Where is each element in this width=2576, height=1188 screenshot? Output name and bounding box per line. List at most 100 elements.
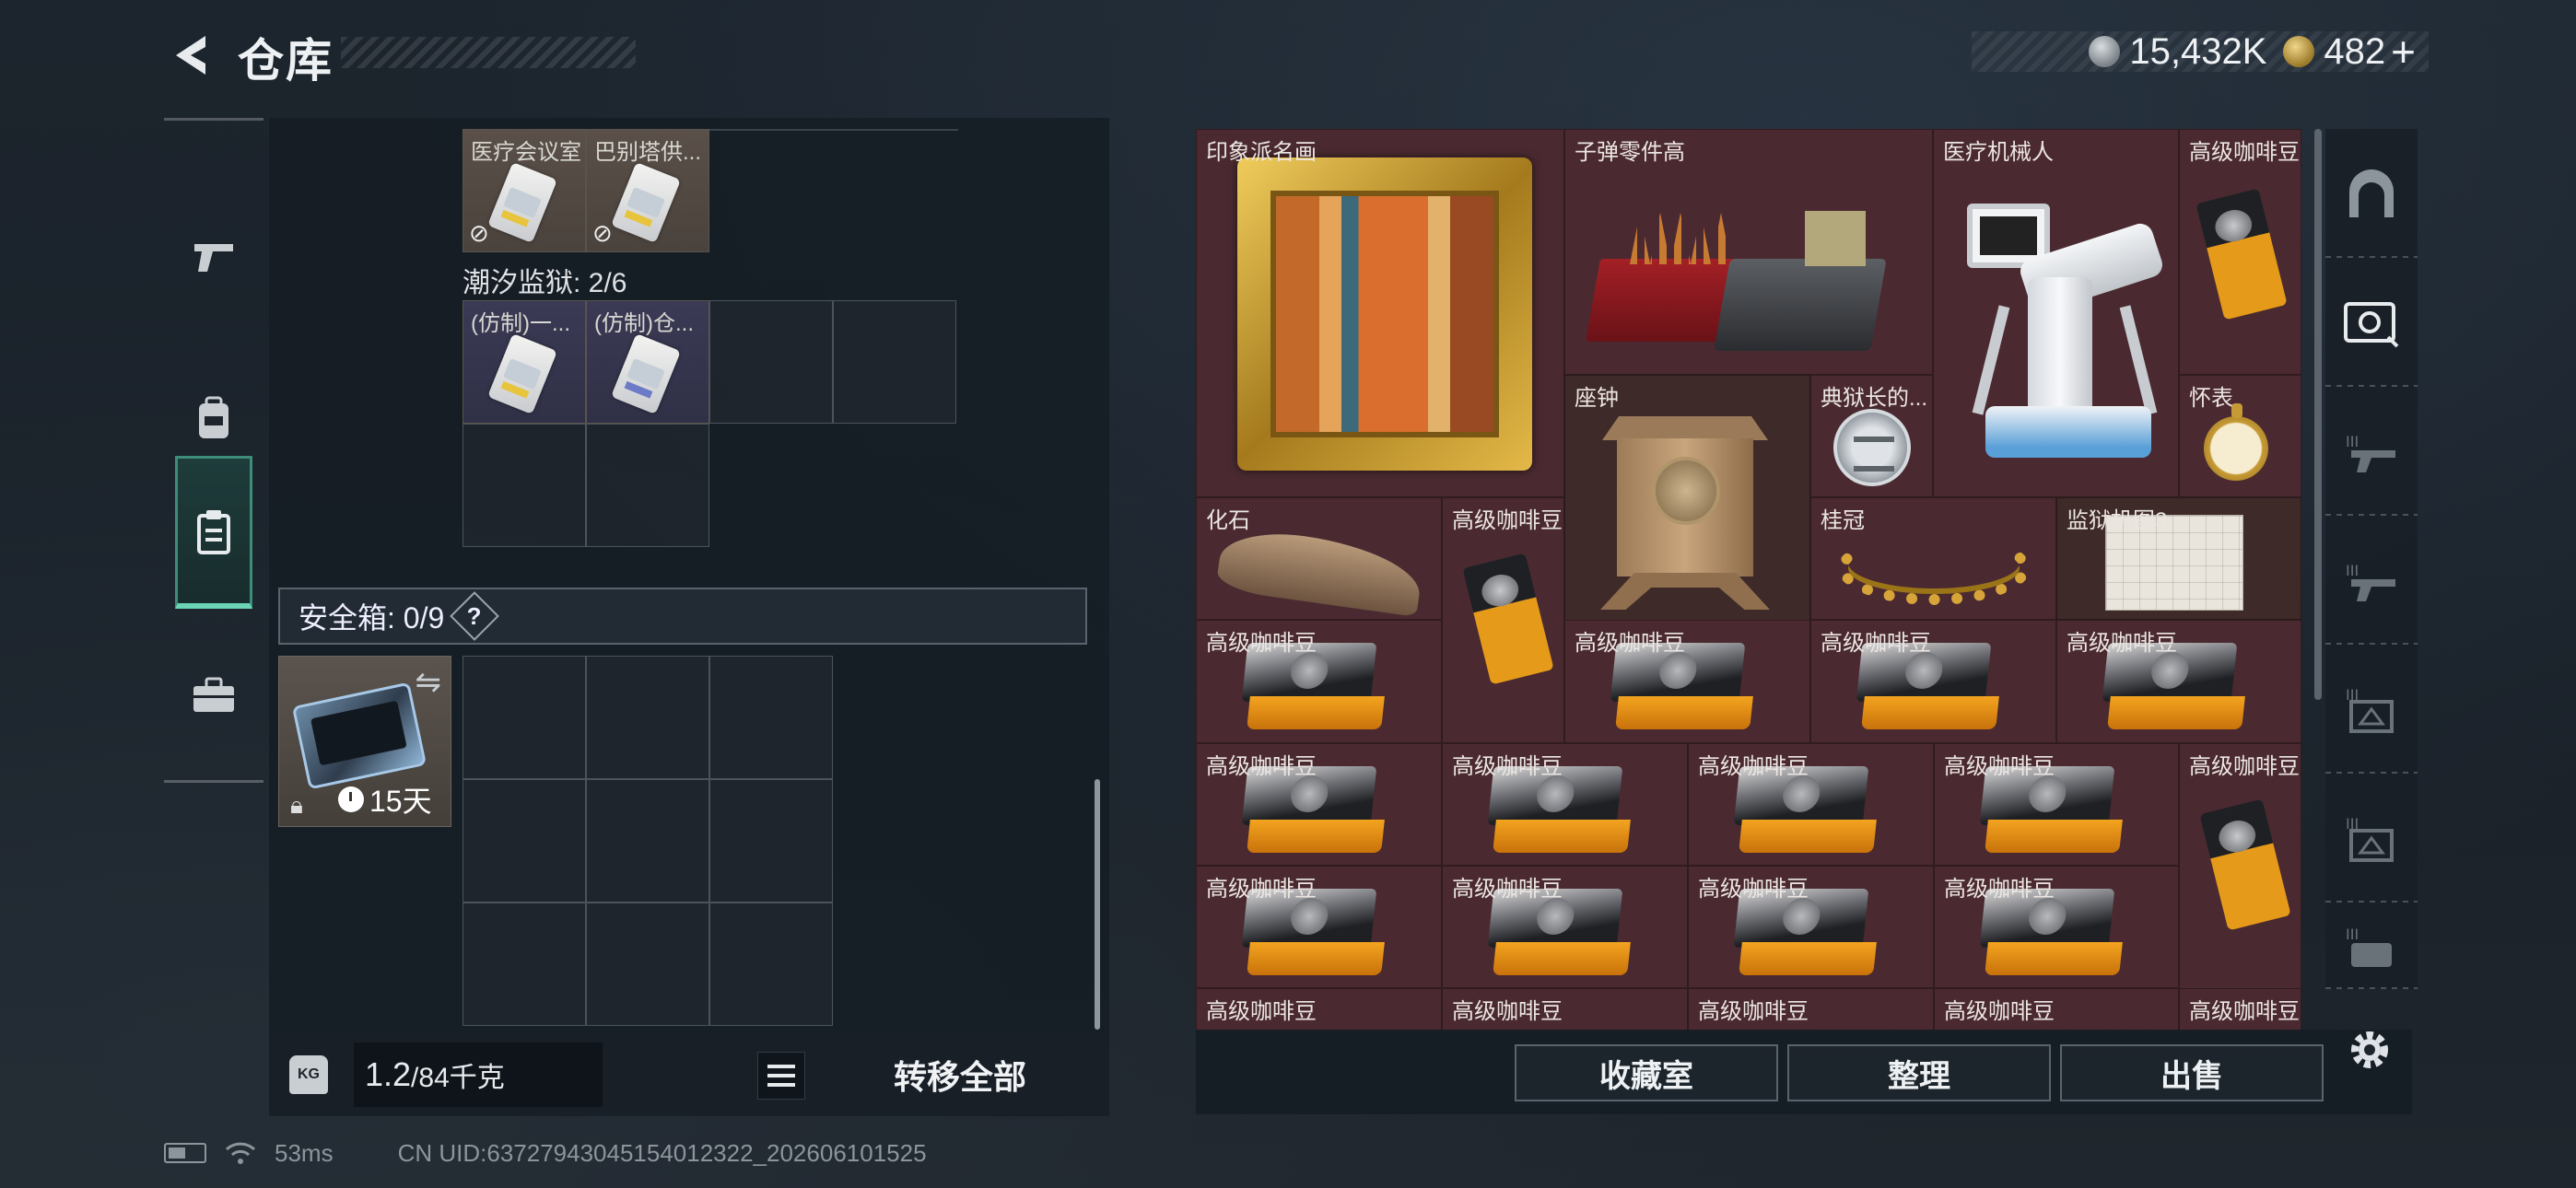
item-coffee-beans[interactable]: 高级咖啡豆 bbox=[1442, 866, 1688, 988]
item-label: 高级咖啡豆 bbox=[1698, 877, 1809, 902]
ammo-parts-image bbox=[1586, 185, 1906, 360]
item-replica-key-2[interactable]: (仿制)仓... bbox=[586, 300, 709, 424]
item-label: 高级咖啡豆 bbox=[1206, 999, 1317, 1024]
pistol-icon bbox=[194, 244, 233, 272]
nav-weapons[interactable] bbox=[164, 183, 263, 331]
item-mantel-clock[interactable]: 座钟 bbox=[1564, 375, 1810, 621]
item-coffee-beans[interactable]: 高级咖啡豆 bbox=[1688, 743, 1934, 866]
empty-slot[interactable] bbox=[709, 300, 833, 424]
empty-slot[interactable] bbox=[586, 424, 709, 547]
tab-tier3-weapons[interactable]: III bbox=[2325, 387, 2418, 516]
item-coffee-beans[interactable]: 高级咖啡豆 bbox=[1688, 866, 1934, 988]
item-babel-supply-key[interactable]: 巴别塔供... ⊘ bbox=[586, 129, 709, 252]
unlinked-icon: ⊘ bbox=[469, 219, 489, 247]
item-coffee-beans[interactable]: 高级咖啡豆 bbox=[1564, 620, 1810, 743]
sell-button[interactable]: 出售 bbox=[2060, 1044, 2324, 1101]
safebox-slot[interactable] bbox=[463, 656, 586, 779]
empty-slot[interactable] bbox=[833, 300, 956, 424]
item-coffee-beans[interactable]: 高级咖啡豆 bbox=[1934, 866, 2179, 988]
item-prison-map[interactable]: 监狱机图3 bbox=[2056, 497, 2301, 620]
item-coffee-beans[interactable]: 高级咖啡豆 bbox=[1196, 620, 1442, 743]
warehouse-scrollbar[interactable] bbox=[2314, 129, 2322, 700]
swap-icon[interactable]: ⇋ bbox=[416, 664, 442, 701]
item-coffee-beans[interactable]: 高级咖啡豆 bbox=[1810, 620, 2056, 743]
tab-tier3-bag[interactable]: III bbox=[2325, 903, 2418, 989]
safebox-slot[interactable] bbox=[586, 656, 709, 779]
safebox-slot[interactable] bbox=[586, 779, 709, 903]
back-arrow-icon bbox=[176, 36, 205, 75]
item-fossil[interactable]: 化石 bbox=[1196, 497, 1442, 620]
item-coffee-beans[interactable]: 高级咖啡豆 bbox=[2179, 743, 2301, 989]
keycard-icon bbox=[487, 332, 557, 415]
item-pocket-watch[interactable]: 怀表 bbox=[2179, 375, 2301, 497]
item-ammo-parts[interactable]: 子弹零件高 bbox=[1564, 129, 1933, 375]
tier3-box-icon: III bbox=[2346, 686, 2394, 733]
safebox-slot[interactable] bbox=[463, 779, 586, 903]
safebox-item[interactable]: ⇋ 🔒︎ 15天 bbox=[278, 656, 451, 827]
keycard-icon bbox=[611, 161, 681, 244]
safe-icon bbox=[2344, 302, 2399, 348]
item-laurel-crown[interactable]: 桂冠 bbox=[1810, 497, 2056, 620]
back-button[interactable] bbox=[162, 28, 217, 83]
tab-tier3-box[interactable]: III bbox=[2325, 645, 2418, 774]
item-coffee-beans[interactable]: 高级咖啡豆 bbox=[1196, 866, 1442, 988]
sort-button[interactable]: 整理 bbox=[1787, 1044, 2051, 1101]
item-label: 桂冠 bbox=[1821, 508, 1865, 533]
player-uid: CN UID:63727943045154012322_202606101525 bbox=[397, 1138, 927, 1167]
tab-tier3-weapons-2[interactable]: III bbox=[2325, 516, 2418, 645]
silver-currency[interactable]: 15,432K bbox=[2089, 31, 2266, 73]
weight-icon: KG bbox=[289, 1055, 328, 1094]
item-medical-robot[interactable]: 医疗机械人 bbox=[1933, 129, 2179, 497]
safebox-slot[interactable] bbox=[463, 903, 586, 1026]
item-coffee-beans[interactable]: 高级咖啡豆 bbox=[2179, 988, 2301, 1031]
badge-image bbox=[1833, 409, 1911, 486]
item-coffee-beans[interactable]: 高级咖啡豆 bbox=[1934, 988, 2179, 1031]
item-coffee-beans[interactable]: 高级咖啡豆 bbox=[1688, 988, 1934, 1031]
backpack-scrollbar[interactable] bbox=[1095, 779, 1100, 1030]
safebox-slot[interactable] bbox=[709, 903, 833, 1026]
timer-value: 15天 bbox=[369, 785, 432, 818]
item-coffee-beans[interactable]: 高级咖啡豆 bbox=[1442, 497, 1564, 743]
robot-image bbox=[1949, 185, 2170, 489]
gold-currency[interactable]: 482 + bbox=[2283, 27, 2416, 76]
safebox-slot[interactable] bbox=[586, 903, 709, 1026]
item-medical-meeting-key[interactable]: 医疗会议室 ⊘ bbox=[463, 129, 586, 252]
laurel-image bbox=[1837, 531, 2031, 605]
item-coffee-beans[interactable]: 高级咖啡豆 bbox=[2179, 129, 2301, 375]
item-impressionist-painting[interactable]: 印象派名画 bbox=[1196, 129, 1564, 497]
collection-room-button[interactable]: 收藏室 bbox=[1515, 1044, 1778, 1101]
transfer-all-button[interactable]: 转移全部 bbox=[822, 1042, 1098, 1107]
item-coffee-beans[interactable]: 高级咖啡豆 bbox=[1196, 743, 1442, 866]
help-icon[interactable]: ? bbox=[450, 591, 500, 641]
warehouse-tabs: III III III III III bbox=[2325, 129, 2418, 989]
item-coffee-beans[interactable]: 高级咖啡豆 bbox=[1442, 743, 1688, 866]
tier3-bag-icon: III bbox=[2346, 926, 2392, 967]
item-coffee-beans[interactable]: 高级咖啡豆 bbox=[1442, 988, 1688, 1031]
svg-text:III: III bbox=[2346, 562, 2359, 579]
item-replica-key-1[interactable]: (仿制)一... bbox=[463, 300, 586, 424]
add-currency-button[interactable]: + bbox=[2391, 27, 2416, 76]
tab-safe[interactable] bbox=[2325, 258, 2418, 387]
safebox-slot[interactable] bbox=[709, 656, 833, 779]
briefcase-icon bbox=[193, 677, 234, 712]
coffee-bag-image bbox=[1241, 766, 1385, 858]
settings-button[interactable] bbox=[2340, 1020, 2399, 1079]
coffee-bag-image bbox=[1856, 643, 1999, 735]
coffee-bag-image bbox=[2195, 188, 2288, 320]
nav-collectibles[interactable] bbox=[175, 456, 252, 609]
item-coffee-beans[interactable]: 高级咖啡豆 bbox=[1196, 988, 1442, 1031]
item-coffee-beans[interactable]: 高级咖啡豆 bbox=[2056, 620, 2301, 743]
item-warden-badge[interactable]: 典狱长的... bbox=[1810, 375, 1933, 497]
tab-arch[interactable] bbox=[2325, 129, 2418, 258]
clipboard-icon bbox=[197, 509, 230, 554]
empty-slot[interactable] bbox=[463, 424, 586, 547]
unlinked-icon: ⊘ bbox=[592, 219, 613, 247]
gold-amount: 482 bbox=[2324, 30, 2386, 72]
safebox-slot[interactable] bbox=[709, 779, 833, 903]
item-label: 高级咖啡豆 bbox=[2189, 754, 2300, 779]
list-view-button[interactable] bbox=[757, 1052, 805, 1100]
item-label: 医疗机械人 bbox=[1943, 140, 2054, 165]
nav-toolbox[interactable] bbox=[164, 622, 263, 769]
tab-tier3-box-2[interactable]: III bbox=[2325, 774, 2418, 903]
item-coffee-beans[interactable]: 高级咖啡豆 bbox=[1934, 743, 2179, 866]
